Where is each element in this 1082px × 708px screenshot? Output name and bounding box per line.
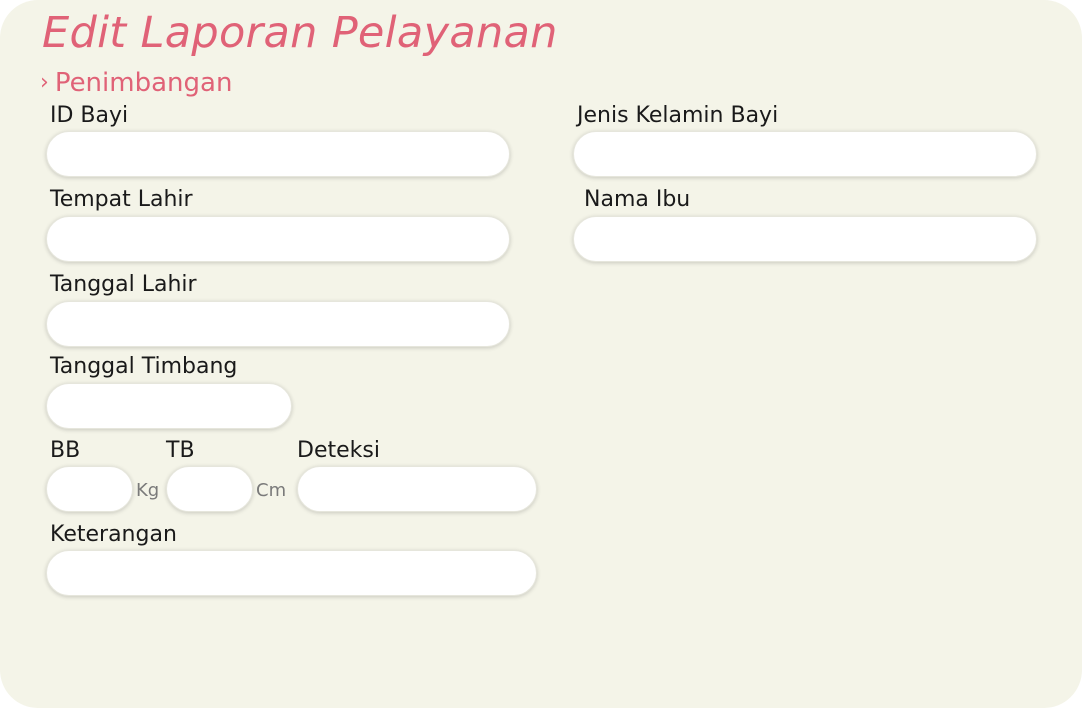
nama-ibu-label: Nama Ibu (584, 187, 691, 212)
bb-field[interactable] (46, 466, 133, 512)
bb-input[interactable] (47, 467, 132, 511)
id-bayi-label: ID Bayi (50, 103, 129, 128)
tempat-lahir-label: Tempat Lahir (50, 187, 193, 212)
tb-field[interactable] (166, 466, 253, 512)
tanggal-lahir-input[interactable] (47, 302, 509, 346)
breadcrumb: › Penimbangan (40, 68, 232, 98)
keterangan-input[interactable] (47, 551, 536, 595)
keterangan-label: Keterangan (50, 522, 177, 547)
deteksi-label: Deteksi (297, 438, 380, 463)
nama-ibu-field[interactable] (573, 216, 1037, 262)
tanggal-timbang-field[interactable] (46, 383, 292, 429)
deteksi-field[interactable] (297, 466, 537, 512)
tempat-lahir-input[interactable] (47, 217, 509, 261)
nama-ibu-input[interactable] (574, 217, 1036, 261)
tanggal-timbang-input[interactable] (47, 384, 291, 428)
jenis-kelamin-input[interactable] (574, 132, 1036, 176)
bb-unit: Kg (136, 480, 160, 501)
page-title: Edit Laporan Pelayanan (42, 8, 558, 58)
form-card: Edit Laporan Pelayanan › Penimbangan ID … (0, 0, 1082, 708)
tb-unit: Cm (256, 480, 287, 501)
bb-label: BB (50, 438, 81, 463)
breadcrumb-label: Penimbangan (54, 68, 233, 98)
jenis-kelamin-field[interactable] (573, 131, 1037, 177)
jenis-kelamin-label: Jenis Kelamin Bayi (577, 103, 779, 128)
deteksi-input[interactable] (298, 467, 536, 511)
chevron-right-icon: › (40, 70, 49, 95)
id-bayi-input[interactable] (47, 132, 509, 176)
tanggal-timbang-label: Tanggal Timbang (50, 354, 238, 379)
keterangan-field[interactable] (46, 550, 537, 596)
tempat-lahir-field[interactable] (46, 216, 510, 262)
tanggal-lahir-field[interactable] (46, 301, 510, 347)
id-bayi-field[interactable] (46, 131, 510, 177)
tb-input[interactable] (167, 467, 252, 511)
tanggal-lahir-label: Tanggal Lahir (50, 272, 197, 297)
tb-label: TB (166, 438, 195, 463)
